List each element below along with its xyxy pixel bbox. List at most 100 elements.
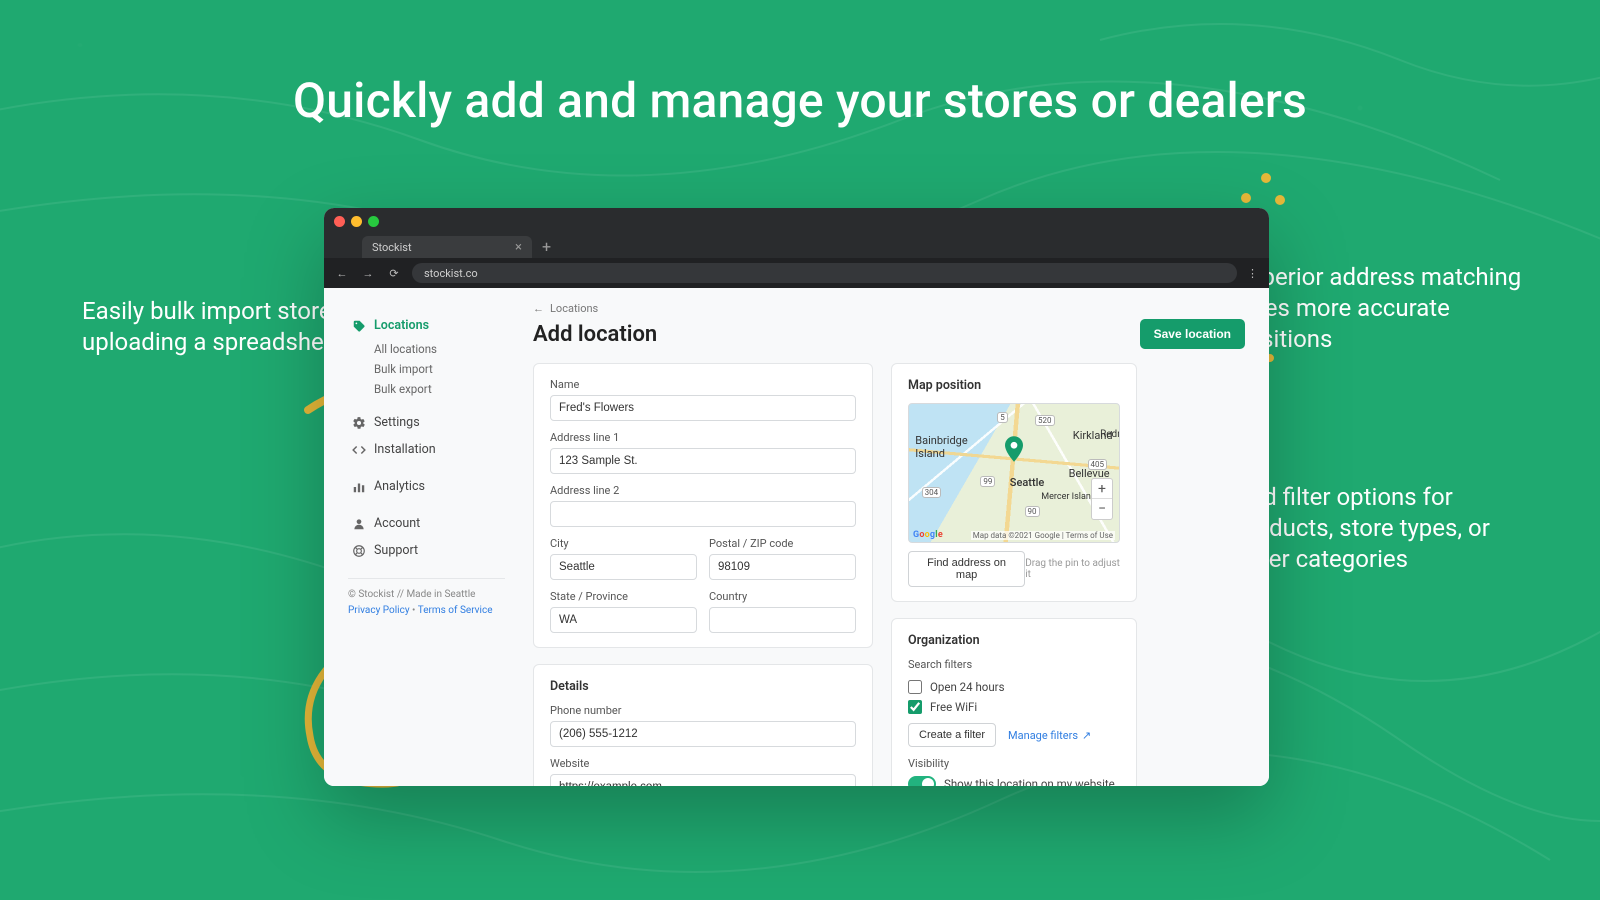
map-label-bainbridge: Bainbridge Island [915, 434, 975, 460]
route-shield: 5 [997, 412, 1008, 423]
address2-label: Address line 2 [550, 484, 856, 497]
sidebar-item-locations[interactable]: Locations [348, 312, 505, 339]
map-widget[interactable]: 520 405 5 90 99 304 Seattle Bellevue Kir… [908, 403, 1120, 543]
app-root: Locations All locations Bulk import Bulk… [324, 288, 1269, 786]
breadcrumb-back-icon[interactable]: ← [533, 302, 544, 315]
promo-headline: Quickly add and manage your stores or de… [0, 72, 1600, 129]
location-form-card: Name Address line 1 Address line 2 [533, 363, 873, 648]
new-tab-button[interactable]: + [542, 237, 551, 256]
nav-back-icon[interactable]: ← [334, 267, 350, 280]
footer-privacy-link[interactable]: Privacy Policy [348, 605, 410, 616]
traffic-light-close[interactable] [334, 216, 345, 227]
footer-made-in: Made in Seattle [406, 589, 475, 600]
window-titlebar [324, 208, 1269, 234]
code-icon [352, 443, 366, 457]
browser-tab-title: Stockist [372, 241, 412, 254]
sidebar: Locations All locations Bulk import Bulk… [324, 288, 519, 786]
map-attribution: Map data ©2021 Google | Terms of Use [971, 531, 1115, 540]
life-ring-icon [352, 544, 366, 558]
footer-copyright: © Stockist [348, 589, 394, 600]
traffic-light-minimize[interactable] [351, 216, 362, 227]
browser-window: Stockist × + ← → ⟳ stockist.co ⋮ Locatio… [324, 208, 1269, 786]
map-pin-icon[interactable] [1005, 436, 1023, 462]
sidebar-sub-bulk-import[interactable]: Bulk import [348, 359, 505, 379]
address2-input[interactable] [550, 501, 856, 527]
address1-input[interactable] [550, 448, 856, 474]
sidebar-item-label: Settings [374, 415, 420, 430]
sidebar-item-settings[interactable]: Settings [348, 409, 505, 436]
route-shield: 520 [1035, 415, 1055, 426]
sidebar-item-label: Account [374, 516, 420, 531]
map-position-card: Map position 520 405 5 90 99 304 Seattle… [891, 363, 1137, 602]
phone-label: Phone number [550, 704, 856, 717]
gear-icon [352, 416, 366, 430]
browser-tabstrip: Stockist × + [324, 234, 1269, 258]
sidebar-item-account[interactable]: Account [348, 510, 505, 537]
sidebar-sub-all-locations[interactable]: All locations [348, 339, 505, 359]
sidebar-item-label: Locations [374, 318, 429, 333]
name-input[interactable] [550, 395, 856, 421]
sidebar-item-analytics[interactable]: Analytics [348, 473, 505, 500]
sidebar-item-support[interactable]: Support [348, 537, 505, 564]
phone-input[interactable] [550, 721, 856, 747]
filter-open24-row[interactable]: Open 24 hours [908, 677, 1120, 697]
browser-toolbar: ← → ⟳ stockist.co ⋮ [324, 258, 1269, 288]
filter-open24-checkbox[interactable] [908, 680, 922, 694]
website-input[interactable] [550, 774, 856, 786]
address-bar[interactable]: stockist.co [412, 263, 1237, 283]
state-label: State / Province [550, 590, 697, 603]
map-drag-hint: Drag the pin to adjust it [1025, 558, 1120, 580]
manage-filters-link[interactable]: Manage filters ↗ [1008, 729, 1091, 742]
find-address-button[interactable]: Find address on map [908, 551, 1025, 587]
breadcrumb: ← Locations [533, 302, 1245, 315]
map-zoom-in-button[interactable]: + [1092, 479, 1112, 499]
map-zoom-control: + − [1091, 478, 1113, 520]
route-shield: 99 [980, 476, 995, 487]
name-label: Name [550, 378, 856, 391]
address1-label: Address line 1 [550, 431, 856, 444]
browser-tab[interactable]: Stockist × [362, 236, 532, 258]
sidebar-item-label: Support [374, 543, 418, 558]
city-label: City [550, 537, 697, 550]
sidebar-item-label: Analytics [374, 479, 425, 494]
map-label-seattle: Seattle [1010, 476, 1045, 489]
create-filter-button[interactable]: Create a filter [908, 723, 996, 747]
map-label-mercer: Mercer Island [1041, 492, 1096, 502]
filter-wifi-checkbox[interactable] [908, 700, 922, 714]
state-input[interactable] [550, 607, 697, 633]
sidebar-footer: © Stockist // Made in Seattle Privacy Po… [348, 578, 505, 619]
map-zoom-out-button[interactable]: − [1092, 499, 1112, 519]
zip-input[interactable] [709, 554, 856, 580]
sidebar-item-installation[interactable]: Installation [348, 436, 505, 463]
city-input[interactable] [550, 554, 697, 580]
search-filters-label: Search filters [908, 658, 1120, 671]
sidebar-sub-bulk-export[interactable]: Bulk export [348, 379, 505, 399]
filter-wifi-row[interactable]: Free WiFi [908, 697, 1120, 717]
user-icon [352, 517, 366, 531]
chart-icon [352, 480, 366, 494]
visibility-toggle[interactable] [908, 776, 936, 786]
details-title: Details [550, 679, 856, 694]
tag-icon [352, 319, 366, 333]
traffic-light-zoom[interactable] [368, 216, 379, 227]
filter-wifi-label: Free WiFi [930, 700, 977, 714]
close-tab-icon[interactable]: × [515, 240, 522, 255]
address-bar-url: stockist.co [424, 267, 478, 280]
main-content: ← Locations Add location Save location N… [519, 288, 1269, 786]
details-card: Details Phone number Website [533, 664, 873, 786]
zip-label: Postal / ZIP code [709, 537, 856, 550]
organization-title: Organization [908, 633, 1120, 648]
breadcrumb-label[interactable]: Locations [550, 302, 598, 315]
save-location-button[interactable]: Save location [1140, 319, 1245, 349]
callout-filter-options: Add filter options for products, store t… [1234, 482, 1534, 576]
nav-reload-icon[interactable]: ⟳ [386, 267, 402, 280]
route-shield: 304 [922, 487, 942, 498]
visibility-text: Show this location on my website [944, 777, 1115, 786]
footer-terms-link[interactable]: Terms of Service [418, 605, 493, 616]
nav-forward-icon[interactable]: → [360, 267, 376, 280]
page-title: Add location [533, 322, 657, 347]
external-link-icon: ↗ [1082, 729, 1091, 742]
browser-menu-icon[interactable]: ⋮ [1247, 267, 1259, 280]
website-label: Website [550, 757, 856, 770]
country-input[interactable] [709, 607, 856, 633]
